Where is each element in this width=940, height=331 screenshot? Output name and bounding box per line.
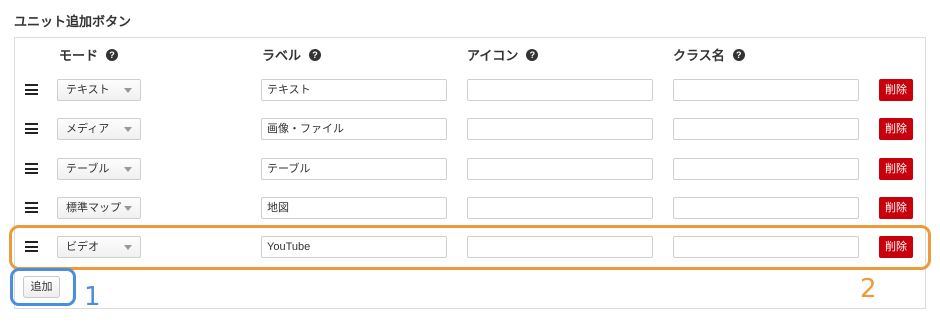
hamburger-icon[interactable] bbox=[25, 84, 38, 95]
highlight-box-add-button bbox=[10, 268, 76, 306]
icon-input[interactable] bbox=[467, 118, 653, 140]
hamburger-icon[interactable] bbox=[25, 123, 38, 134]
delete-button[interactable]: 削除 bbox=[879, 158, 913, 180]
icon-input[interactable] bbox=[467, 158, 653, 180]
label-input[interactable]: テキスト bbox=[261, 79, 447, 101]
hamburger-icon[interactable] bbox=[25, 163, 38, 174]
unit-row: テキスト テキスト 削除 bbox=[0, 79, 940, 101]
unit-row: テーブル テーブル 削除 bbox=[0, 158, 940, 180]
help-icon[interactable]: ? bbox=[526, 48, 539, 61]
icon-input[interactable] bbox=[467, 197, 653, 219]
mode-select-value: テーブル bbox=[66, 163, 110, 175]
class-name-input[interactable] bbox=[673, 118, 859, 140]
mode-select[interactable]: メディア bbox=[57, 118, 141, 140]
caret-down-icon bbox=[124, 127, 132, 132]
column-header-class-name: クラス名 ? bbox=[673, 45, 745, 64]
mode-select-value: メディア bbox=[66, 123, 110, 135]
column-header-icon: アイコン ? bbox=[467, 45, 539, 64]
caret-down-icon bbox=[124, 167, 132, 172]
caret-down-icon bbox=[124, 206, 132, 211]
mode-select[interactable]: テーブル bbox=[57, 158, 141, 180]
delete-button[interactable]: 削除 bbox=[879, 118, 913, 140]
delete-button[interactable]: 削除 bbox=[879, 197, 913, 219]
mode-select[interactable]: 標準マップ bbox=[57, 197, 141, 219]
class-name-input[interactable] bbox=[673, 197, 859, 219]
section-title: ユニット追加ボタン bbox=[14, 14, 132, 29]
label-input[interactable]: 地図 bbox=[261, 197, 447, 219]
delete-button[interactable]: 削除 bbox=[879, 79, 913, 101]
help-icon[interactable]: ? bbox=[309, 48, 322, 61]
hamburger-icon[interactable] bbox=[25, 202, 38, 213]
column-header-class-name-label: クラス名 bbox=[673, 48, 725, 63]
help-icon[interactable]: ? bbox=[106, 48, 119, 61]
unit-row: メディア 画像・ファイル 削除 bbox=[0, 118, 940, 140]
icon-input[interactable] bbox=[467, 79, 653, 101]
caret-down-icon bbox=[124, 88, 132, 93]
column-header-mode: モード ? bbox=[59, 45, 119, 64]
class-name-input[interactable] bbox=[673, 79, 859, 101]
help-icon[interactable]: ? bbox=[732, 48, 745, 61]
column-header-label: ラベル ? bbox=[262, 45, 322, 64]
label-input[interactable]: 画像・ファイル bbox=[261, 118, 447, 140]
annotation-marker-2: 2 bbox=[860, 274, 877, 304]
unit-row: 標準マップ 地図 削除 bbox=[0, 197, 940, 219]
label-input[interactable]: テーブル bbox=[261, 158, 447, 180]
mode-select-value: 標準マップ bbox=[66, 202, 121, 214]
highlight-box-new-row bbox=[9, 225, 931, 270]
column-header-icon-label: アイコン bbox=[467, 48, 519, 63]
mode-select[interactable]: テキスト bbox=[57, 79, 141, 101]
column-header-mode-label: モード bbox=[59, 48, 99, 63]
mode-select-value: テキスト bbox=[66, 84, 110, 96]
class-name-input[interactable] bbox=[673, 158, 859, 180]
column-header-label-label: ラベル bbox=[262, 48, 302, 63]
annotation-marker-1: 1 bbox=[84, 282, 101, 312]
